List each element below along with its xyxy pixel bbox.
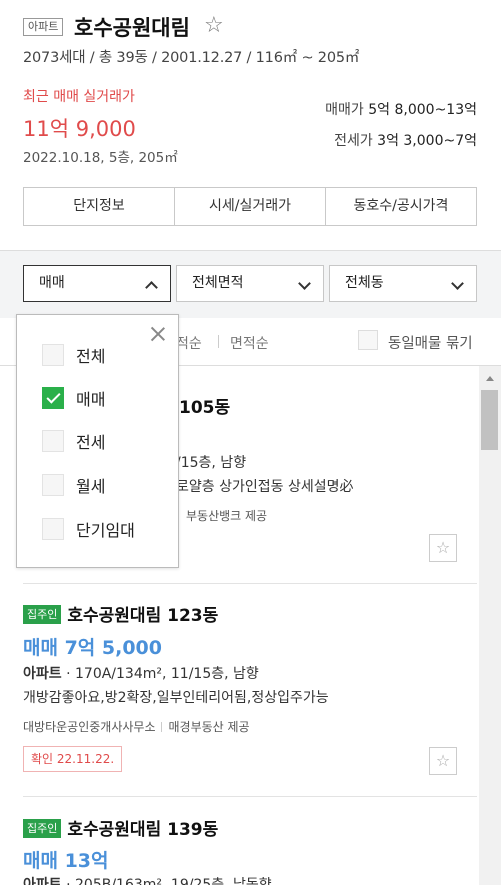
checkbox[interactable] [42, 430, 64, 452]
listing-price: 매매 7억 5,000 [23, 637, 162, 659]
listing-title[interactable]: 105동 [179, 393, 230, 418]
listing-spec: 아파트 · 170A/134m², 11/15층, 남향 [23, 663, 259, 683]
listing-description: 로얄층 상가인접동 상세설명必 [176, 479, 354, 495]
listing-agent-row: 대방타운공인중개사사무소 매경부동산 제공 [23, 718, 250, 735]
info-tabs: 단지정보 시세/실거래가 동호수/공시가격 [23, 187, 477, 226]
dong-select[interactable]: 전체동 [329, 265, 477, 302]
listing-spec-type: 아파트 [23, 877, 62, 885]
listing-spec-type: 아파트 [23, 666, 62, 682]
tab-unit-official-price[interactable]: 동호수/공시가격 [326, 188, 476, 225]
confirm-date-badge: 확인 22.11.22. [23, 746, 123, 772]
trade-type-value: 매매 [39, 275, 65, 291]
dropdown-option-sale[interactable]: 매매 [42, 386, 105, 410]
listing-spec-detail: 205B/163m², 19/25층, 남동향 [75, 877, 272, 885]
option-label: 매매 [76, 390, 106, 409]
listing-title-row[interactable]: 집주인 호수공원대림 139동 [23, 815, 218, 840]
listing-title: 호수공원대림 139동 [67, 820, 219, 840]
sale-range-value: 5억 8,000~13억 [368, 102, 477, 118]
scrollbar-thumb[interactable] [481, 390, 498, 450]
listing-spec: 아파트 · 205B/163m², 19/25층, 남동향 [23, 874, 272, 885]
dropdown-option-all[interactable]: 전체 [42, 343, 105, 367]
dropdown-option-monthly[interactable]: 월세 [42, 473, 105, 497]
complex-summary: 2073세대 / 총 39동 / 2001.12.27 / 116㎡ ~ 205… [23, 50, 360, 66]
option-label: 전체 [76, 347, 106, 366]
agent-separator [161, 722, 163, 732]
listing-title-row[interactable]: 집주인 호수공원대림 123동 [23, 601, 218, 626]
star-icon[interactable]: ☆ [429, 747, 457, 775]
listing-provider: 부동산뱅크 제공 [186, 509, 268, 523]
scroll-up-arrow-icon[interactable] [486, 376, 494, 381]
recent-trade-label: 최근 매매 실거래가 [23, 89, 135, 105]
close-icon[interactable] [149, 325, 167, 343]
option-label: 단기임대 [76, 521, 135, 540]
listing-agent: 대방타운공인중개사사무소 [23, 720, 156, 734]
owner-badge: 집주인 [23, 819, 62, 838]
checkbox[interactable] [42, 518, 64, 540]
chevron-up-icon [145, 281, 158, 294]
listing-description: 개방감좋아요,방2확장,일부인테리어됨,정상입주가능 [23, 690, 329, 706]
listing-price: 매매 13억 [23, 850, 109, 872]
trade-type-select[interactable]: 매매 [23, 265, 171, 302]
option-label: 월세 [76, 477, 106, 496]
sort-separator [218, 335, 219, 348]
favorite-star-icon[interactable]: ☆ [204, 13, 224, 39]
star-icon[interactable]: ☆ [429, 534, 457, 562]
tab-market-price[interactable]: 시세/실거래가 [175, 188, 326, 225]
area-select[interactable]: 전체면적 [176, 265, 324, 302]
area-value: 전체면적 [192, 275, 244, 291]
listing-provider: 매경부동산 제공 [168, 720, 250, 734]
jeonse-range-value: 3억 3,000~7억 [377, 133, 477, 149]
jeonse-price-range: 전세가 3억 3,000~7억 [334, 130, 477, 150]
sale-range-label: 매매가 [325, 102, 364, 118]
checkbox-checked[interactable] [42, 387, 64, 409]
chevron-down-icon [451, 277, 464, 290]
sort-option-area[interactable]: 면적순 [230, 333, 269, 353]
dong-value: 전체동 [345, 275, 384, 291]
option-label: 전세 [76, 433, 106, 452]
property-type-badge: 아파트 [23, 18, 64, 36]
listing-spec: /15층, 남향 [176, 455, 247, 471]
card-divider [23, 796, 477, 797]
card-divider [23, 583, 477, 584]
spec-separator: · [61, 877, 75, 885]
listing-title: 호수공원대림 123동 [67, 606, 219, 626]
sort-option-a[interactable]: 적순 [176, 333, 202, 353]
listing-spec-detail: 170A/134m², 11/15층, 남향 [75, 666, 259, 682]
trade-type-dropdown: 전체 매매 전세 월세 단기임대 [16, 314, 179, 568]
chevron-down-icon [298, 277, 311, 290]
same-listing-label: 동일매물 묶기 [388, 336, 473, 352]
complex-name: 호수공원대림 [74, 16, 190, 40]
dropdown-option-jeonse[interactable]: 전세 [42, 429, 105, 453]
dropdown-option-short-term[interactable]: 단기임대 [42, 517, 135, 541]
sale-price-range: 매매가 5억 8,000~13억 [325, 99, 477, 119]
jeonse-range-label: 전세가 [334, 133, 373, 149]
recent-trade-date: 2022.10.18, 5층, 205㎡ [23, 150, 178, 166]
checkbox[interactable] [42, 474, 64, 496]
owner-badge: 집주인 [23, 605, 62, 624]
recent-trade-price: 11억 9,000 [23, 117, 136, 141]
same-listing-checkbox[interactable] [358, 330, 378, 350]
spec-separator: · [61, 666, 75, 682]
tab-complex-info[interactable]: 단지정보 [24, 188, 175, 225]
checkbox[interactable] [42, 344, 64, 366]
